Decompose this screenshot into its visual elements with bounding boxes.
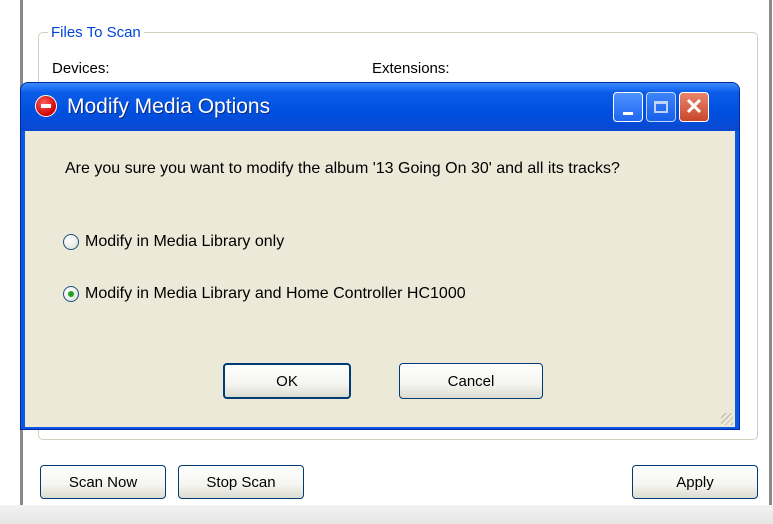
app-logo-icon (35, 95, 57, 117)
maximize-button[interactable] (646, 92, 676, 122)
modify-media-options-dialog: Modify Media Options ✕ Are you sure you … (20, 82, 740, 430)
minimize-button[interactable] (613, 92, 643, 122)
devices-label: Devices: (52, 60, 110, 77)
option-label: Modify in Media Library and Home Control… (85, 285, 466, 302)
radio-checked-icon[interactable] (63, 286, 79, 302)
extensions-label: Extensions: (372, 60, 450, 77)
maximize-icon (654, 101, 668, 113)
dialog-title: Modify Media Options (67, 95, 271, 118)
option-media-library-only[interactable]: Modify in Media Library only (63, 233, 284, 251)
cancel-button[interactable]: Cancel (399, 363, 543, 399)
window-shadow (0, 505, 773, 524)
close-icon: ✕ (684, 94, 704, 119)
stop-scan-button[interactable]: Stop Scan (178, 465, 304, 499)
radio-unchecked-icon[interactable] (63, 234, 79, 250)
close-button[interactable]: ✕ (679, 92, 709, 122)
files-to-scan-title: Files To Scan (48, 24, 144, 41)
dialog-body: Are you sure you want to modify the albu… (25, 131, 735, 427)
apply-button[interactable]: Apply (632, 465, 758, 499)
dialog-titlebar[interactable]: Modify Media Options ✕ (21, 83, 739, 131)
option-media-library-and-hc1000[interactable]: Modify in Media Library and Home Control… (63, 285, 466, 303)
option-label: Modify in Media Library only (85, 233, 285, 250)
minimize-icon (623, 111, 633, 115)
ok-button[interactable]: OK (223, 363, 351, 399)
scan-now-button[interactable]: Scan Now (40, 465, 166, 499)
resize-grip-icon[interactable] (721, 413, 733, 425)
confirmation-message: Are you sure you want to modify the albu… (65, 160, 620, 177)
